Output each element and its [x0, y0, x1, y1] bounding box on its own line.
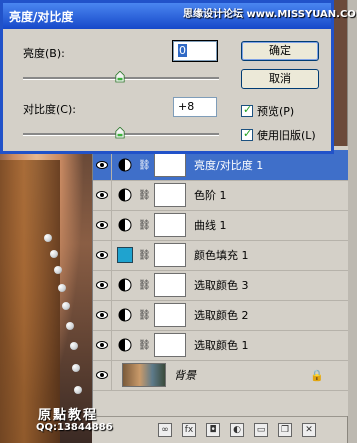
- folder-icon[interactable]: ▭: [254, 423, 268, 437]
- chain-link-icon[interactable]: ⛓: [138, 340, 151, 351]
- layer-type-icon: [112, 247, 138, 263]
- brightness-label: 亮度(B):: [23, 47, 65, 60]
- layer-name: 曲线 1: [194, 219, 227, 232]
- brightness-contrast-dialog: 亮度/对比度 亮度(B): 0 对比度(C): +8 确定 取消 预览(P) 使…: [0, 0, 334, 154]
- adjustment-icon[interactable]: ◐: [230, 423, 244, 437]
- layer-type-icon: [112, 308, 138, 322]
- layer-type-icon: [112, 338, 138, 352]
- layer-name: 亮度/对比度 1: [194, 159, 264, 172]
- visibility-eye-icon[interactable]: [93, 270, 112, 300]
- layer-mask-thumbnail[interactable]: [154, 243, 186, 267]
- layer-row[interactable]: ⛓ 选取颜色 2: [93, 300, 348, 331]
- adjustment-icon: [118, 278, 132, 292]
- chain-link-icon[interactable]: ⛓: [138, 280, 151, 291]
- layers-panel: ⛓ 亮度/对比度 1 ⛓ 色阶 1 ⛓ 曲线 1 ⛓ 颜色填充 1 ⛓ 选取颜色 3 ⛓ 选取颜色 2…: [92, 146, 348, 416]
- visibility-eye-icon[interactable]: [93, 300, 112, 330]
- visibility-eye-icon[interactable]: [93, 180, 112, 210]
- chain-link-icon[interactable]: ⛓: [138, 190, 151, 201]
- chain-link-icon[interactable]: ⛓: [138, 220, 151, 231]
- layer-mask-thumbnail[interactable]: [154, 183, 186, 207]
- layer-name: 选取颜色 3: [194, 279, 249, 292]
- layer-name: 颜色填充 1: [194, 249, 249, 262]
- right-scroll-strip: [347, 0, 357, 443]
- visibility-eye-icon[interactable]: [93, 210, 112, 240]
- adjustment-icon: [118, 308, 132, 322]
- lock-icon: 🔒: [310, 368, 324, 382]
- layer-name: 色阶 1: [194, 189, 227, 202]
- preview-label: 预览(P): [257, 105, 295, 118]
- trash-icon[interactable]: ✕: [302, 423, 316, 437]
- cancel-button[interactable]: 取消: [241, 69, 319, 89]
- contrast-label: 对比度(C):: [23, 103, 76, 116]
- chain-link-icon[interactable]: ⛓: [138, 250, 151, 261]
- layer-mask-thumbnail[interactable]: [154, 333, 186, 357]
- fx-icon[interactable]: fx: [182, 423, 196, 437]
- visibility-eye-icon[interactable]: [93, 360, 112, 390]
- fill-color-swatch[interactable]: [117, 247, 133, 263]
- layer-mask-thumbnail[interactable]: [154, 273, 186, 297]
- new-layer-icon[interactable]: ❐: [278, 423, 292, 437]
- contrast-slider-thumb[interactable]: [115, 127, 125, 139]
- adjustment-icon: [118, 188, 132, 202]
- preview-checkbox-box[interactable]: [241, 103, 253, 117]
- layer-type-icon: [112, 218, 138, 232]
- layer-name: 背景: [174, 369, 196, 382]
- watermark-top: 思缘设计论坛 www.MISSYUAN.COM: [183, 9, 357, 20]
- brightness-input[interactable]: 0: [172, 40, 218, 62]
- layer-type-icon: [112, 188, 138, 202]
- layer-name: 选取颜色 1: [194, 339, 249, 352]
- layer-row[interactable]: ⛓ 颜色填充 1: [93, 240, 348, 271]
- link-icon[interactable]: ∞: [158, 423, 172, 437]
- watermark-title: 原點教程: [38, 408, 99, 423]
- layer-row[interactable]: ⛓ 曲线 1: [93, 210, 348, 241]
- layer-type-icon: [112, 158, 138, 172]
- legacy-checkbox-box[interactable]: [241, 127, 253, 141]
- contrast-input[interactable]: +8: [173, 97, 217, 117]
- preview-checkbox[interactable]: 预览(P): [241, 103, 294, 119]
- layer-row[interactable]: ⛓ 选取颜色 3: [93, 270, 348, 301]
- layer-mask-thumbnail[interactable]: [154, 153, 186, 177]
- adjustment-icon: [118, 218, 132, 232]
- layer-mask-thumbnail[interactable]: [154, 303, 186, 327]
- watermark-qq: QQ:13844886: [36, 422, 113, 433]
- ok-button[interactable]: 确定: [241, 41, 319, 61]
- visibility-eye-icon[interactable]: [93, 240, 112, 270]
- layer-row[interactable]: 背景 🔒: [93, 360, 348, 391]
- layer-row[interactable]: ⛓ 选取颜色 1: [93, 330, 348, 361]
- layer-row[interactable]: ⛓ 色阶 1: [93, 180, 348, 211]
- layer-row[interactable]: ⛓ 亮度/对比度 1: [93, 150, 348, 181]
- visibility-eye-icon[interactable]: [93, 330, 112, 360]
- visibility-eye-icon[interactable]: [93, 150, 112, 180]
- adjustment-icon: [118, 158, 132, 172]
- layer-mask-thumbnail[interactable]: [154, 213, 186, 237]
- brightness-slider-thumb[interactable]: [115, 71, 125, 83]
- layers-bottom-bar: ∞ fx ◘ ◐ ▭ ❐ ✕: [92, 416, 347, 443]
- mask-icon[interactable]: ◘: [206, 423, 220, 437]
- layer-name: 选取颜色 2: [194, 309, 249, 322]
- chain-link-icon[interactable]: ⛓: [138, 160, 151, 171]
- layer-type-icon: [112, 278, 138, 292]
- layer-thumbnail: [122, 363, 166, 387]
- chain-link-icon[interactable]: ⛓: [138, 310, 151, 321]
- adjustment-icon: [118, 338, 132, 352]
- legacy-checkbox[interactable]: 使用旧版(L): [241, 127, 316, 143]
- photo-necklace: [40, 230, 90, 430]
- dialog-title: 亮度/对比度: [9, 9, 74, 24]
- legacy-label: 使用旧版(L): [257, 129, 316, 142]
